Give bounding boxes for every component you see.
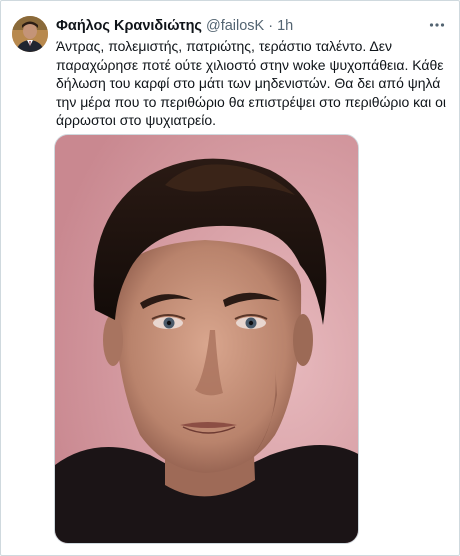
more-horizontal-icon[interactable] [426, 14, 448, 36]
tweet-text-line: δήλωση του καρφί στο μάτι των μηδενιστών… [56, 75, 441, 92]
tweet-text-line: άρρωστοι στο ψυχιατρείο. [56, 112, 217, 129]
tweet-text-line: Άντρας, πολεμιστής, πατριώτης, τεράστιο … [56, 38, 392, 54]
portrait-photo [55, 135, 358, 543]
timestamp[interactable]: 1h [277, 18, 293, 34]
tweet-text-line: την μέρα που το περιθώριο θα επιστρέψει … [56, 93, 446, 110]
tweet-photo[interactable] [54, 134, 359, 544]
tweet[interactable]: Φαήλος Κρανιδιώτης @failosK · 1h Άντρας,… [8, 10, 454, 550]
avatar[interactable] [12, 16, 48, 52]
tweet-header: Φαήλος Κρανιδιώτης @failosK · 1h [56, 16, 434, 36]
avatar-image [12, 16, 48, 52]
separator-dot: · [268, 18, 274, 34]
tweet-text: Άντρας, πολεμιστής, πατριώτης, τεράστιο … [56, 37, 448, 130]
author-name[interactable]: Φαήλος Κρανιδιώτης [56, 18, 202, 34]
more-icon-glyph [429, 23, 445, 27]
author-handle[interactable]: @failosK [206, 18, 264, 34]
tweet-text-line: παραχώρησε ποτέ ούτε χιλιοστό στην woke … [56, 56, 444, 73]
